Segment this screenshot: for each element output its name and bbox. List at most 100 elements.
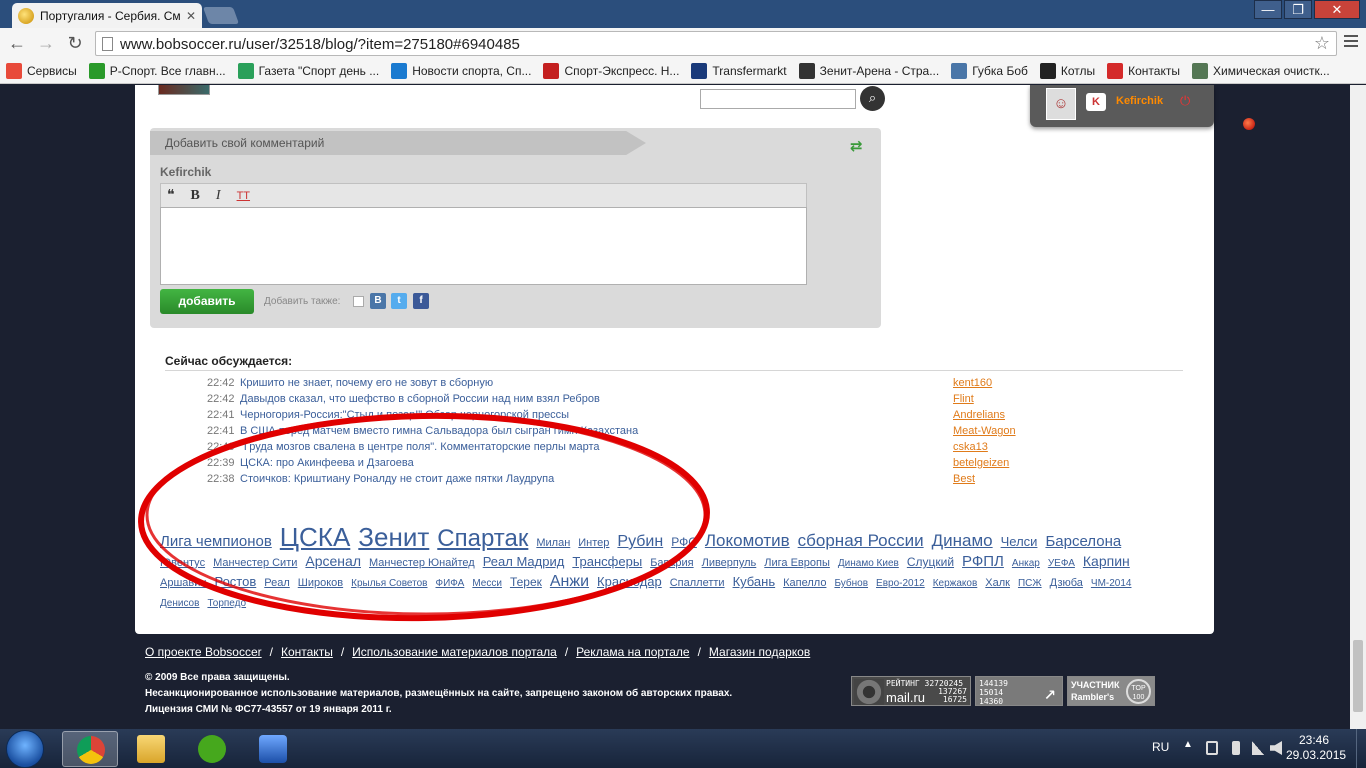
quote-icon[interactable]: ❝	[167, 187, 175, 204]
discussion-topic-link[interactable]: Черногория-Россия:"Стыд и позор!".Обзор …	[240, 409, 569, 421]
show-desktop-button[interactable]	[1356, 729, 1366, 768]
discussion-user-link[interactable]: Flint	[953, 393, 974, 405]
tag-link[interactable]: Слуцкий	[907, 553, 954, 571]
twitter-share-icon[interactable]: t	[391, 293, 407, 309]
tag-link[interactable]: Месси	[472, 575, 502, 593]
bookmark-item[interactable]: Спорт-Экспресс. Н...	[543, 62, 679, 79]
taskbar-chrome[interactable]	[62, 731, 118, 767]
bookmark-item[interactable]: Химическая очистк...	[1191, 62, 1330, 79]
tag-link[interactable]: Лига чемпионов	[160, 533, 272, 551]
chrome-menu-icon[interactable]	[1344, 35, 1358, 50]
discussion-topic-link[interactable]: Кришито не знает, почему его не зовут в …	[240, 377, 493, 389]
minimize-button[interactable]: —	[1254, 0, 1282, 19]
footer-link[interactable]: Магазин подарков	[709, 645, 810, 659]
address-bar[interactable]: www.bobsoccer.ru/user/32518/blog/?item=2…	[95, 31, 1337, 56]
url-text[interactable]: www.bobsoccer.ru/user/32518/blog/?item=2…	[120, 36, 520, 53]
bookmark-item[interactable]: Transfermarkt	[691, 62, 787, 79]
tray-expand-icon[interactable]: ▲	[1183, 739, 1193, 750]
bookmark-item[interactable]: Новости спорта, Сп...	[391, 62, 531, 79]
discussion-topic-link[interactable]: В США перед матчем вместо гимна Сальвадо…	[240, 425, 638, 437]
tag-link[interactable]: Крылья Советов	[351, 575, 427, 593]
tag-link[interactable]: сборная России	[798, 532, 924, 550]
tag-link[interactable]: Динамо Киев	[838, 555, 899, 573]
liveinternet-counter[interactable]: 144139 15014 14360 ↗	[975, 676, 1063, 706]
site-search-input[interactable]	[700, 89, 856, 109]
footer-link[interactable]: Контакты	[281, 645, 333, 659]
taskbar-utorrent[interactable]	[184, 731, 240, 767]
back-arrow-icon[interactable]: ←	[6, 32, 28, 54]
discussion-user-link[interactable]: cska13	[953, 441, 988, 453]
logout-icon[interactable]: ⏻	[1180, 93, 1190, 109]
language-indicator[interactable]: RU	[1152, 740, 1169, 754]
footer-link[interactable]: Использование материалов портала	[352, 645, 557, 659]
taskbar-explorer[interactable]	[123, 731, 179, 767]
tag-link[interactable]: Лига Европы	[764, 554, 830, 572]
mailru-counter[interactable]: РЕЙТИНГ 32720245 mail.ru 137267 16725	[851, 676, 971, 706]
bookmark-item[interactable]: Сервисы	[6, 62, 77, 79]
tag-link[interactable]: Трансферы	[572, 553, 642, 571]
tag-link[interactable]: Евро-2012	[876, 575, 925, 593]
refresh-icon[interactable]: ⇄	[850, 137, 863, 155]
discussion-topic-link[interactable]: Давыдов сказал, что шефство в сборной Ро…	[240, 393, 600, 405]
tag-link[interactable]: РФПЛ	[962, 553, 1004, 571]
tag-link[interactable]: Ростов	[214, 573, 256, 591]
tag-link[interactable]: ЦСКА	[280, 524, 351, 550]
vk-share-icon[interactable]: B	[370, 293, 386, 309]
tag-link[interactable]: Широков	[298, 574, 343, 592]
footer-link[interactable]: О проекте Bobsoccer	[145, 645, 262, 659]
bold-icon[interactable]: B	[191, 188, 200, 204]
tag-link[interactable]: Локомотив	[705, 532, 790, 550]
tag-link[interactable]: Арсенал	[305, 552, 361, 570]
tag-link[interactable]: Зенит	[358, 524, 429, 550]
comment-textarea[interactable]	[160, 207, 807, 285]
tag-link[interactable]: Спаллетти	[670, 574, 725, 592]
discussion-user-link[interactable]: Meat-Wagon	[953, 425, 1016, 437]
reload-icon[interactable]: ↻	[64, 32, 86, 54]
tag-link[interactable]: Дзюба	[1050, 574, 1083, 592]
discussion-topic-link[interactable]: Стоичков: Криштиану Роналду не стоит даж…	[240, 473, 554, 485]
shirt-icon[interactable]: K	[1086, 93, 1106, 111]
bookmark-item[interactable]: Зенит-Арена - Стра...	[798, 62, 939, 79]
tag-link[interactable]: Капелло	[783, 574, 826, 592]
discussion-topic-link[interactable]: "Груда мозгов свалена в центре поля". Ко…	[240, 441, 600, 453]
facebook-share-icon[interactable]: f	[413, 293, 429, 309]
volume-icon[interactable]	[1270, 741, 1282, 755]
discussion-user-link[interactable]: Best	[953, 473, 975, 485]
taskbar-app[interactable]	[245, 731, 301, 767]
tag-link[interactable]: Терек	[510, 573, 542, 591]
notification-icon[interactable]	[1243, 118, 1255, 130]
tag-link[interactable]: Интер	[578, 534, 609, 552]
username-link[interactable]: Kefirchik	[1116, 95, 1163, 107]
maximize-button[interactable]: ❐	[1284, 0, 1312, 19]
bookmark-item[interactable]: Р-Спорт. Все главн...	[88, 62, 226, 79]
tag-link[interactable]: Краснодар	[597, 573, 662, 591]
close-window-button[interactable]: ✕	[1314, 0, 1360, 19]
italic-icon[interactable]: I	[216, 188, 221, 204]
browser-tab[interactable]: Португалия - Сербия. См ✕	[12, 3, 202, 28]
close-tab-icon[interactable]: ✕	[186, 9, 196, 23]
rambler-counter[interactable]: УЧАСТНИК Rambler's TOP 100	[1067, 676, 1155, 706]
new-tab-button[interactable]	[202, 7, 240, 24]
network-icon[interactable]	[1252, 741, 1264, 755]
discussion-user-link[interactable]: Andrelians	[953, 409, 1005, 421]
clock[interactable]: 23:46 29.03.2015	[1286, 733, 1346, 763]
tag-link[interactable]: Бавария	[650, 554, 693, 572]
discussion-user-link[interactable]: kent160	[953, 377, 992, 389]
bookmark-item[interactable]: Контакты	[1107, 62, 1180, 79]
font-size-icon[interactable]: TT	[237, 190, 250, 202]
bookmark-item[interactable]: Газета "Спорт день ...	[237, 62, 379, 79]
forward-arrow-icon[interactable]: →	[35, 32, 57, 54]
tag-link[interactable]: Карпин	[1083, 552, 1130, 570]
tag-link[interactable]: Бубнов	[834, 575, 868, 593]
tag-link[interactable]: Челси	[1001, 533, 1038, 551]
tag-link[interactable]: Кубань	[733, 573, 776, 591]
tag-link[interactable]: Спартак	[437, 527, 528, 551]
avatar[interactable]: ☺	[1046, 88, 1076, 120]
tag-link[interactable]: РФС	[671, 533, 697, 551]
tag-link[interactable]: Аршавин	[160, 574, 206, 592]
tag-link[interactable]: Ювентус	[160, 554, 205, 572]
tag-link[interactable]: Кержаков	[933, 575, 978, 593]
tag-link[interactable]: Анжи	[550, 573, 589, 591]
flag-icon[interactable]	[1206, 741, 1218, 755]
tag-link[interactable]: Денисов	[160, 595, 199, 613]
